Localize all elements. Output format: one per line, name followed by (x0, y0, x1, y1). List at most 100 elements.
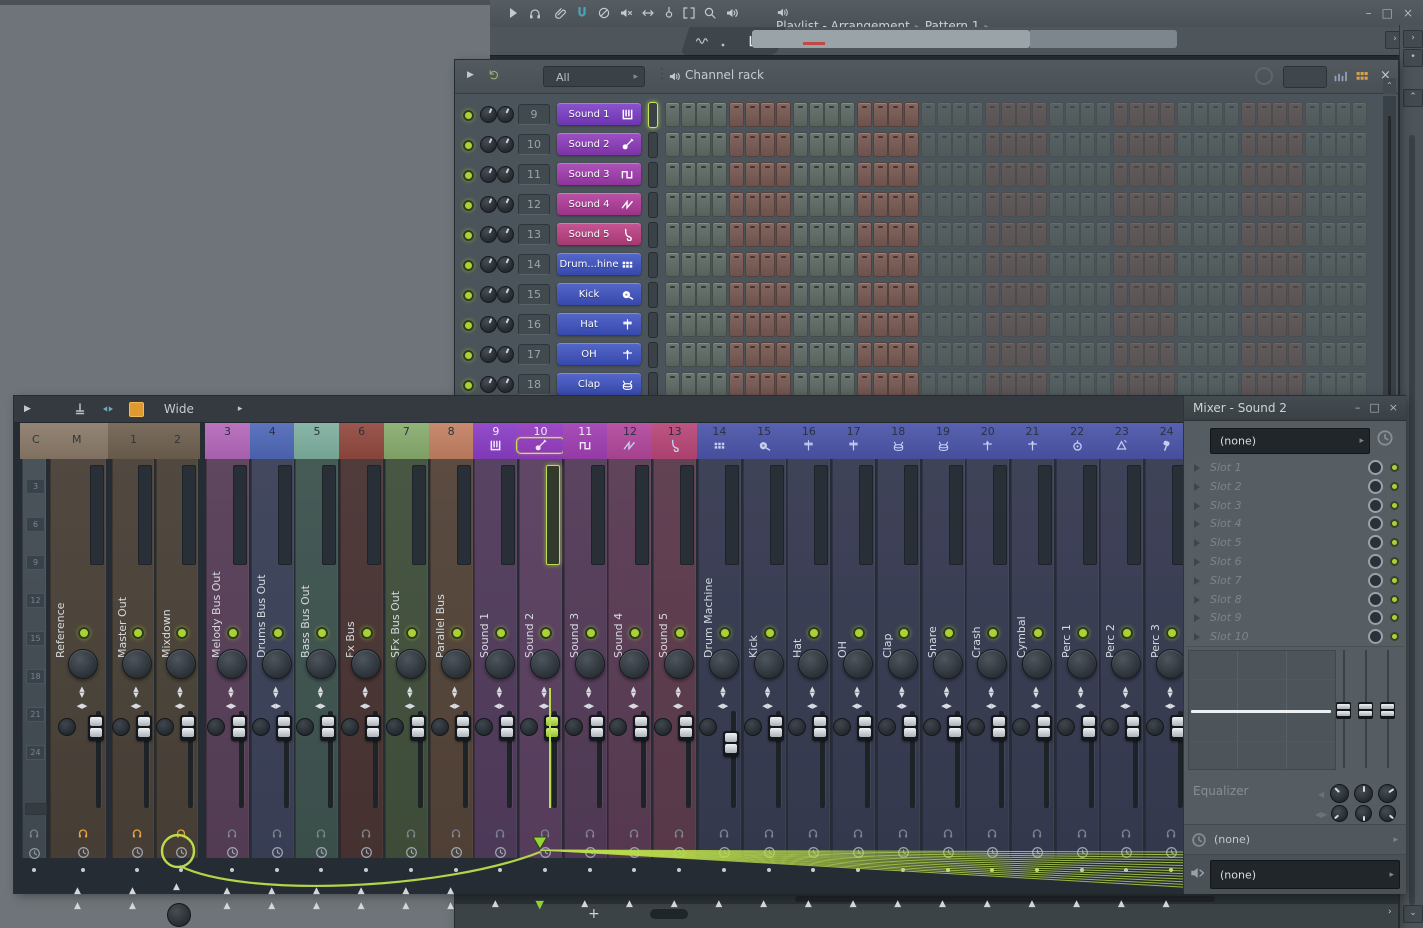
step-button[interactable] (968, 222, 983, 247)
volume-fader[interactable] (902, 715, 918, 741)
clock-icon[interactable] (1076, 846, 1089, 859)
slot-enable-led[interactable] (1390, 576, 1399, 585)
headphones-icon[interactable] (528, 6, 542, 20)
step-button[interactable] (1065, 282, 1080, 307)
step-button[interactable] (1208, 102, 1223, 127)
headphone-icon[interactable] (271, 827, 283, 839)
step-button[interactable] (840, 282, 855, 307)
channel-enable-led[interactable] (463, 380, 474, 391)
step-button[interactable] (665, 252, 680, 277)
volume-fader[interactable] (276, 715, 292, 741)
step-button[interactable] (1272, 102, 1287, 127)
step-button[interactable] (760, 162, 775, 187)
step-button[interactable] (1144, 282, 1159, 307)
strip-enable-led[interactable] (719, 627, 731, 639)
step-button[interactable] (857, 312, 872, 337)
eq-band-slider-high[interactable] (1380, 650, 1396, 768)
strip-enable-led[interactable] (540, 627, 552, 639)
volume-fader[interactable] (678, 715, 694, 741)
step-button[interactable] (1001, 312, 1016, 337)
volume-fader[interactable] (812, 715, 828, 741)
step-button[interactable] (1113, 252, 1128, 277)
step-button[interactable] (1144, 222, 1159, 247)
channel-enable-led[interactable] (463, 230, 474, 241)
strip-enable-led[interactable] (406, 627, 418, 639)
track-header-18[interactable]: 18 (876, 423, 921, 459)
strip-enable-led[interactable] (272, 627, 284, 639)
channel-selector[interactable] (648, 132, 658, 158)
step-button[interactable] (1193, 192, 1208, 217)
track-header-21[interactable]: 21 (1010, 423, 1055, 459)
step-button[interactable] (904, 132, 919, 157)
step-button[interactable] (760, 102, 775, 127)
step-button[interactable] (1065, 252, 1080, 277)
step-button[interactable] (985, 342, 1000, 367)
step-button[interactable] (1049, 372, 1064, 397)
mixer-strip-19[interactable]: Snare▲▼◀▶▲ (922, 459, 965, 858)
mute-icon[interactable] (619, 6, 633, 20)
route-up-arrow[interactable]: ▲ (129, 902, 136, 911)
step-button[interactable] (937, 222, 952, 247)
mixer-strip-4[interactable]: Drums Bus Out▲▼◀▶▲▲ (251, 459, 294, 858)
volume-fader[interactable] (947, 715, 963, 741)
step-button[interactable] (1272, 342, 1287, 367)
strip-pan-knob[interactable] (754, 649, 784, 679)
stereo-sep-knob[interactable] (565, 718, 583, 736)
brackets-icon[interactable] (682, 6, 696, 20)
strip-enable-led[interactable] (808, 627, 820, 639)
stereo-sep-knob[interactable] (156, 718, 174, 736)
rack-hscroll-thumb[interactable] (795, 896, 1215, 902)
step-button[interactable] (1352, 282, 1367, 307)
step-button[interactable] (952, 222, 967, 247)
track-updown-arrows[interactable]: ▲▼ (1117, 687, 1133, 699)
slot-enable-led[interactable] (1390, 501, 1399, 510)
clock-icon[interactable] (1165, 846, 1178, 859)
stereo-arrows[interactable]: ◀▶ (128, 704, 144, 710)
track-header-14[interactable]: 14 (697, 423, 742, 459)
track-header-12[interactable]: 12 (607, 423, 652, 459)
channel-enable-led[interactable] (463, 320, 474, 331)
volume-fader[interactable] (499, 715, 515, 741)
step-button[interactable] (840, 342, 855, 367)
step-button[interactable] (904, 192, 919, 217)
channel-button[interactable]: Hat (557, 313, 641, 335)
step-button[interactable] (1257, 252, 1272, 277)
step-button[interactable] (1305, 102, 1320, 127)
step-button[interactable] (745, 222, 760, 247)
step-button[interactable] (1065, 192, 1080, 217)
strip-enable-led[interactable] (764, 627, 776, 639)
slot-mix-knob[interactable] (1368, 554, 1383, 569)
mixer-strip-17[interactable]: OH▲▼◀▶▲ (832, 459, 875, 858)
rack-knob-icon[interactable] (1255, 67, 1273, 85)
slot-mix-knob[interactable] (1368, 460, 1383, 475)
step-button[interactable] (760, 132, 775, 157)
step-button[interactable] (1080, 312, 1095, 337)
step-button[interactable] (1032, 162, 1047, 187)
route-up-arrow[interactable]: ▲ (715, 900, 722, 909)
step-button[interactable] (1001, 252, 1016, 277)
slot-mix-knob[interactable] (1368, 498, 1383, 513)
step-button[interactable] (1321, 102, 1336, 127)
step-button[interactable] (1001, 372, 1016, 397)
link-channels-icon[interactable] (101, 402, 115, 416)
headphone-icon[interactable] (450, 827, 462, 839)
step-button[interactable] (904, 342, 919, 367)
eq-width-knob-3[interactable] (1379, 805, 1396, 822)
step-button[interactable] (1241, 252, 1256, 277)
clock-icon[interactable] (450, 846, 463, 859)
step-button[interactable] (921, 102, 936, 127)
stereo-sep-knob[interactable] (520, 718, 538, 736)
step-button[interactable] (1336, 252, 1351, 277)
step-button[interactable] (888, 252, 903, 277)
step-button[interactable] (1096, 282, 1111, 307)
mixer-view-mode[interactable]: Wide (164, 402, 194, 416)
step-button[interactable] (729, 372, 744, 397)
stereo-sep-knob[interactable] (207, 718, 225, 736)
zoom-icon[interactable] (703, 6, 717, 20)
mixer-strip-24[interactable]: Perc 3▲▼◀▶▲ (1145, 459, 1188, 858)
step-button[interactable] (665, 282, 680, 307)
volume-fader[interactable] (180, 715, 196, 741)
strip-enable-led[interactable] (227, 627, 239, 639)
step-button[interactable] (776, 222, 791, 247)
step-button[interactable] (1001, 162, 1016, 187)
